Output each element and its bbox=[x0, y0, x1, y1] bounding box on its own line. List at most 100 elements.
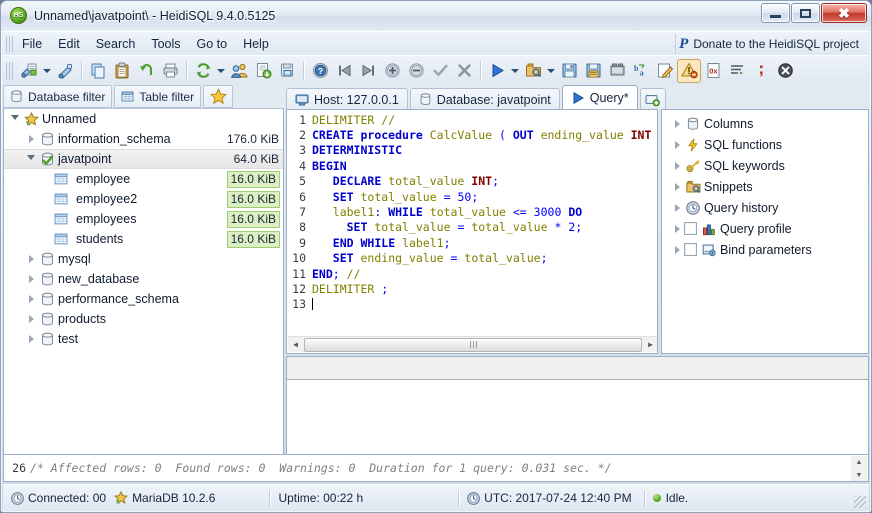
menu-grip[interactable] bbox=[6, 35, 14, 52]
helper-query-profile[interactable]: Query profile bbox=[662, 218, 868, 239]
donate-link[interactable]: P Donate to the HeidiSQL project bbox=[675, 34, 865, 54]
resize-grip[interactable] bbox=[854, 496, 866, 508]
menu-file[interactable]: File bbox=[14, 34, 50, 54]
expander-icon[interactable] bbox=[670, 198, 684, 218]
star-icon[interactable] bbox=[203, 85, 234, 108]
database-tree[interactable]: Unnamed information_schema 176.0 KiB jav… bbox=[3, 108, 284, 474]
editor-horizontal-scrollbar[interactable]: ◀ ▶ bbox=[288, 336, 657, 352]
expander-icon[interactable] bbox=[24, 249, 38, 269]
close-tab-icon[interactable] bbox=[773, 59, 797, 83]
tab-database[interactable]: Database: javatpoint bbox=[409, 88, 560, 110]
helper-query-history[interactable]: Query history bbox=[662, 197, 868, 218]
stop-on-errors-icon[interactable] bbox=[677, 58, 701, 83]
first-icon[interactable] bbox=[332, 59, 356, 83]
menu-goto[interactable]: Go to bbox=[189, 34, 236, 54]
expander-icon[interactable] bbox=[670, 177, 684, 197]
delete-row-icon[interactable] bbox=[404, 59, 428, 83]
tree-row-products[interactable]: products bbox=[4, 309, 283, 329]
last-icon[interactable] bbox=[356, 59, 380, 83]
menu-tools[interactable]: Tools bbox=[143, 34, 188, 54]
expander-icon[interactable] bbox=[24, 149, 38, 169]
session-manager-icon[interactable] bbox=[17, 59, 41, 83]
execute-sql-icon[interactable] bbox=[485, 59, 509, 83]
tree-row-mysql[interactable]: mysql bbox=[4, 249, 283, 269]
save-as-sql-icon[interactable] bbox=[581, 59, 605, 83]
maximize-button[interactable] bbox=[791, 3, 820, 23]
save-sql-icon[interactable] bbox=[557, 59, 581, 83]
insert-row-icon[interactable] bbox=[380, 59, 404, 83]
new-session-icon[interactable] bbox=[53, 59, 77, 83]
format-sql-icon[interactable]: b a bbox=[629, 59, 653, 83]
tree-row-employees[interactable]: employees 16.0 KiB bbox=[4, 209, 283, 229]
menu-help[interactable]: Help bbox=[235, 34, 277, 54]
load-dropdown-caret[interactable] bbox=[545, 59, 557, 83]
import-dump-icon[interactable] bbox=[275, 59, 299, 83]
tab-query[interactable]: Query* bbox=[561, 85, 638, 110]
log-vertical-scrollbar[interactable]: ▲ ▼ bbox=[851, 456, 867, 481]
expander-icon[interactable] bbox=[24, 329, 38, 349]
menu-edit[interactable]: Edit bbox=[50, 34, 88, 54]
expander-icon[interactable] bbox=[670, 240, 684, 260]
helper-sql-functions[interactable]: SQL functions bbox=[662, 134, 868, 155]
print-icon[interactable] bbox=[158, 59, 182, 83]
minimize-button[interactable] bbox=[761, 3, 790, 23]
expander-icon[interactable] bbox=[670, 114, 684, 134]
undo-icon[interactable] bbox=[134, 59, 158, 83]
refresh-icon[interactable] bbox=[191, 59, 215, 83]
add-query-tab-icon[interactable] bbox=[639, 88, 666, 110]
load-sql-icon[interactable] bbox=[521, 59, 545, 83]
export-database-icon[interactable] bbox=[251, 59, 275, 83]
tab-host[interactable]: Host: 127.0.0.1 bbox=[286, 88, 408, 110]
expander-icon[interactable] bbox=[8, 109, 22, 129]
query-helpers-panel[interactable]: Columns SQL functions SQL keywords Snipp… bbox=[661, 109, 869, 354]
expander-icon[interactable] bbox=[24, 289, 38, 309]
scroll-left-icon[interactable]: ◀ bbox=[288, 337, 303, 352]
user-manager-icon[interactable] bbox=[227, 59, 251, 83]
word-wrap-icon[interactable] bbox=[725, 59, 749, 83]
tree-row-unnamed[interactable]: Unnamed bbox=[4, 109, 283, 129]
scroll-down-icon[interactable]: ▼ bbox=[852, 469, 867, 481]
close-button[interactable]: ✖ bbox=[821, 3, 867, 23]
hex-view-icon[interactable]: 0x bbox=[701, 59, 725, 83]
scroll-right-icon[interactable]: ▶ bbox=[643, 337, 657, 352]
expander-icon[interactable] bbox=[670, 135, 684, 155]
find-replace-icon[interactable] bbox=[605, 59, 629, 83]
helper-sql-keywords[interactable]: SQL keywords bbox=[662, 155, 868, 176]
helper-bind-parameters[interactable]: Bind parameters bbox=[662, 239, 868, 260]
tree-row-employee2[interactable]: employee2 16.0 KiB bbox=[4, 189, 283, 209]
sql-editor[interactable]: 1 DELIMITER // 2 CREATE procedure CalcVa… bbox=[286, 109, 658, 354]
scroll-up-icon[interactable]: ▲ bbox=[852, 456, 867, 469]
helper-snippets[interactable]: Snippets bbox=[662, 176, 868, 197]
paste-icon[interactable] bbox=[110, 59, 134, 83]
query-profile-checkbox[interactable] bbox=[684, 222, 697, 235]
tree-row-performance-schema[interactable]: performance_schema bbox=[4, 289, 283, 309]
helper-columns[interactable]: Columns bbox=[662, 113, 868, 134]
tree-row-test[interactable]: test bbox=[4, 329, 283, 349]
copy-icon[interactable] bbox=[86, 59, 110, 83]
tree-row-new-database[interactable]: new_database bbox=[4, 269, 283, 289]
toolbar-grip[interactable] bbox=[6, 61, 14, 80]
refresh-dropdown-caret[interactable] bbox=[215, 59, 227, 83]
execute-dropdown-caret[interactable] bbox=[509, 59, 521, 83]
help-icon[interactable]: ? bbox=[308, 59, 332, 83]
expander-icon[interactable] bbox=[24, 269, 38, 289]
tree-row-employee[interactable]: employee 16.0 KiB bbox=[4, 169, 283, 189]
session-dropdown-caret[interactable] bbox=[41, 59, 53, 83]
menu-search[interactable]: Search bbox=[88, 34, 144, 54]
sql-log-panel[interactable]: 26 /* Affected rows: 0 Found rows: 0 War… bbox=[3, 454, 869, 482]
cancel-icon[interactable] bbox=[452, 59, 476, 83]
semicolon-icon[interactable] bbox=[749, 59, 773, 83]
tab-database-filter[interactable]: Database filter bbox=[3, 85, 113, 108]
tree-row-javatpoint[interactable]: javatpoint 64.0 KiB bbox=[4, 149, 283, 169]
scrollbar-thumb[interactable] bbox=[304, 337, 642, 352]
bind-parameters-checkbox[interactable] bbox=[684, 243, 697, 256]
expander-icon[interactable] bbox=[670, 219, 684, 239]
tab-table-filter[interactable]: Table filter bbox=[114, 85, 202, 108]
tree-row-students[interactable]: students 16.0 KiB bbox=[4, 229, 283, 249]
tree-row-information-schema[interactable]: information_schema 176.0 KiB bbox=[4, 129, 283, 149]
edit-highlight-icon[interactable] bbox=[653, 59, 677, 83]
apply-icon[interactable] bbox=[428, 59, 452, 83]
expander-icon[interactable] bbox=[24, 129, 38, 149]
expander-icon[interactable] bbox=[24, 309, 38, 329]
expander-icon[interactable] bbox=[670, 156, 684, 176]
